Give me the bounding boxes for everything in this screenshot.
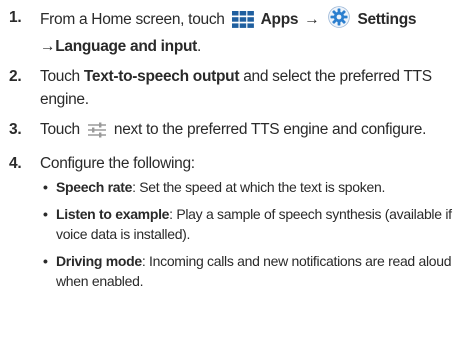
configuration-list: • Speech rate: Set the speed at which the… <box>40 177 466 291</box>
step-text: next to the preferred TTS engine and con… <box>113 121 427 138</box>
step-1: 1. From a Home screen, touch Apps → Sett… <box>5 6 466 58</box>
step-text: Touch <box>40 121 80 138</box>
tts-output-label: Text-to-speech output <box>83 68 240 85</box>
step-number: 1. <box>9 9 22 26</box>
bullet: • <box>43 253 48 269</box>
bullet: • <box>43 206 48 222</box>
step-3: 3. Touch next to the preferred TTS engin… <box>5 118 466 145</box>
item-label: Listen to example <box>56 206 170 222</box>
item-label: Speech rate <box>56 179 133 195</box>
apps-label: Apps <box>260 11 299 28</box>
period: . <box>197 38 202 55</box>
bullet: • <box>43 179 48 195</box>
arrow-glyph: → <box>40 38 56 55</box>
step-text: From a Home screen, touch <box>40 11 225 28</box>
settings-sliders-icon <box>87 122 107 145</box>
arrow-glyph: → <box>304 11 320 28</box>
item-text: : Set the speed at which the text is spo… <box>132 179 386 195</box>
list-item-listen-to-example: • Listen to example: Play a sample of spe… <box>40 204 466 244</box>
settings-gear-icon <box>328 6 351 35</box>
item-label: Driving mode <box>56 253 142 269</box>
step-text: Touch <box>40 68 80 85</box>
apps-grid-icon <box>231 11 254 35</box>
instructions-page: 1. From a Home screen, touch Apps → Sett… <box>0 0 472 364</box>
step-2: 2. Touch Text-to-speech output and selec… <box>5 65 466 111</box>
language-input-label: Language and input <box>55 38 198 55</box>
step-text: Configure the following: <box>40 155 195 172</box>
step-number: 3. <box>9 121 22 138</box>
step-4: 4. Configure the following: • Speech rate… <box>5 152 466 291</box>
step-number: 4. <box>9 155 22 172</box>
step-number: 2. <box>9 68 22 85</box>
settings-label: Settings <box>357 11 417 28</box>
list-item-driving-mode: • Driving mode: Incoming calls and new no… <box>40 251 466 291</box>
list-item-speech-rate: • Speech rate: Set the speed at which the… <box>40 177 466 197</box>
